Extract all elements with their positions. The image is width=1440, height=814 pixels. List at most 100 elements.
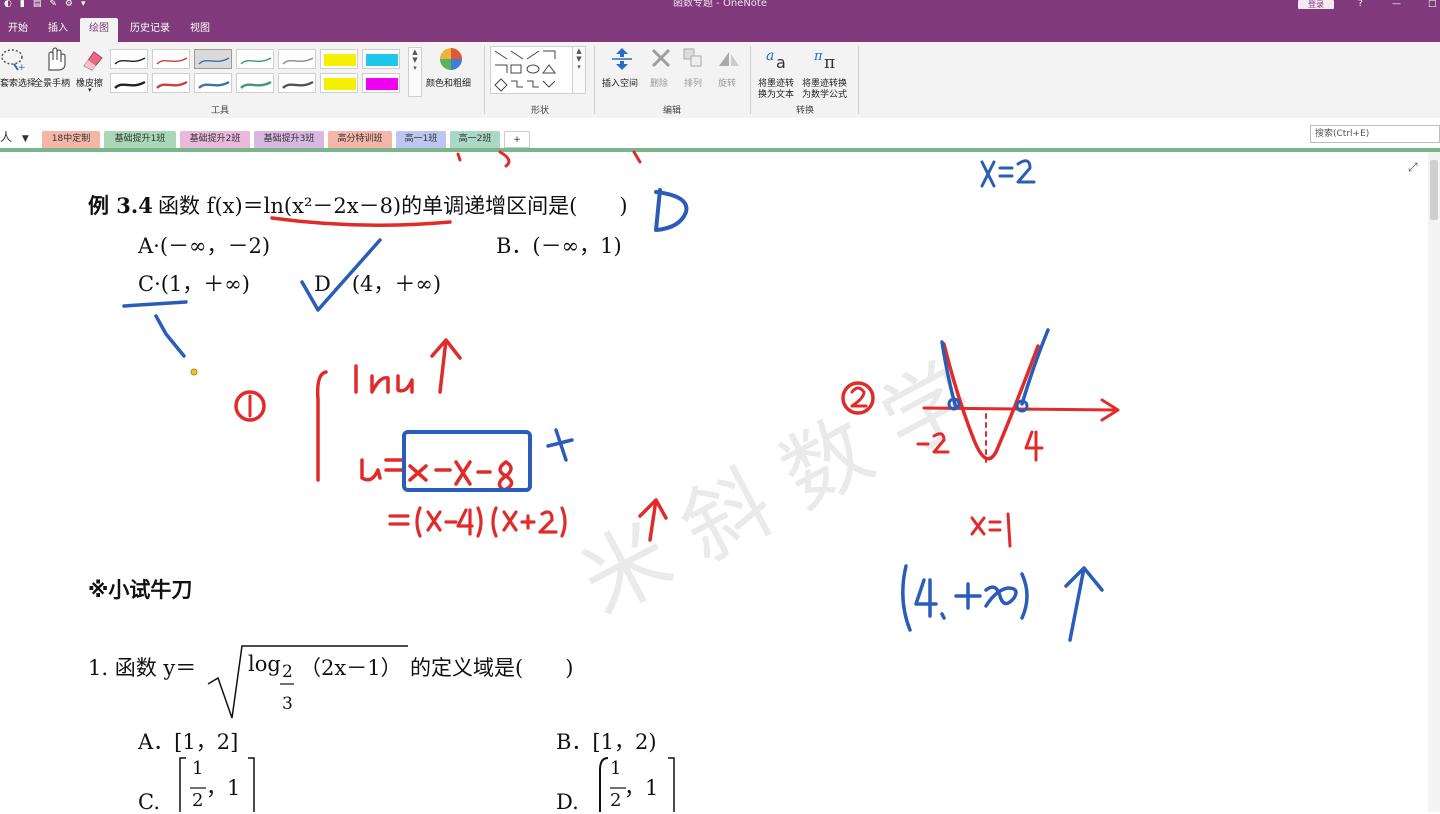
q1-c-one: ，1 [206, 776, 241, 800]
pen-6[interactable] [110, 73, 148, 93]
option-b: B．(－∞，1) [496, 234, 622, 258]
pen-8[interactable] [194, 73, 232, 93]
save-icon[interactable]: ▮ [20, 0, 25, 10]
pen-10[interactable] [278, 73, 316, 93]
back-icon[interactable]: ◐ [4, 0, 12, 10]
section-tab-grade1-1[interactable]: 高一1班 [396, 131, 446, 148]
q1-option-a: A．[1，2] [138, 730, 239, 754]
option-d: D．(4，＋∞) [314, 272, 442, 296]
color-thickness-button[interactable]: 颜色和粗细 [424, 46, 478, 94]
section-tab-advanced[interactable]: 高分特训班 [328, 131, 392, 148]
lasso-icon: + [1, 49, 26, 72]
rotate-button[interactable]: 旋转 [712, 46, 744, 98]
group-separator [594, 46, 595, 114]
ink-to-text-icon: a a [766, 48, 786, 72]
expand-icon[interactable]: ⤢ [1408, 160, 1418, 175]
minimize-icon[interactable]: — [1392, 0, 1401, 9]
pen-5[interactable] [278, 49, 316, 69]
arrange-icon [683, 48, 702, 67]
q1-option-c-label: C. [138, 790, 160, 814]
hand-icon [48, 47, 66, 71]
insert-space-label: 插入空间 [602, 79, 639, 89]
rotate-icon [719, 52, 739, 66]
tab-draw[interactable]: 绘图 [80, 18, 118, 42]
qat-dropdown-icon[interactable]: ▾ [81, 0, 86, 10]
section-tab-grade1-2[interactable]: 高一2班 [450, 131, 500, 148]
q1-prefix: 1. 函数 y＝ [88, 656, 197, 680]
shape-gallery[interactable] [490, 46, 574, 94]
search-input[interactable]: 搜索(Ctrl+E) [1310, 125, 1440, 143]
q1-option-b: B．[1，2) [556, 730, 657, 754]
arrange-button[interactable]: 排列 [678, 46, 708, 98]
section-tab-basic-2[interactable]: 基础提升2班 [180, 131, 250, 148]
delete-button[interactable]: 删除 [646, 46, 676, 94]
section-tab-18[interactable]: 18中定制 [42, 131, 100, 148]
section-tab-basic-3[interactable]: 基础提升3班 [254, 131, 324, 148]
tab-insert[interactable]: 插入 [40, 18, 76, 42]
shape-gallery-scroll[interactable]: ▲ ▼ ▾ [572, 46, 586, 94]
pen-2[interactable] [152, 49, 190, 69]
ink-to-text-button[interactable]: a a 将墨迹转 换为文本 [756, 46, 800, 100]
q1-base-num: 2 [282, 662, 293, 682]
tab-history[interactable]: 历史记录 [124, 18, 176, 42]
tools-group-label: 工具 [210, 106, 229, 116]
eraser-icon [83, 51, 103, 71]
customize-icon[interactable]: ⚙ [65, 0, 73, 10]
pen-4[interactable] [236, 49, 274, 69]
highlighter-cyan[interactable] [362, 49, 400, 69]
ribbon: + 套索选择 全景手柄 橡皮擦 ▾ ▲ ▼ ▾ 颜色和粗细 工具 ▲ ▼ ▾ 形… [0, 42, 1440, 119]
layout-icon[interactable]: ▤ [33, 0, 42, 10]
q1-base-den: 3 [282, 694, 293, 714]
q1-c-num: 1 [192, 758, 204, 779]
lasso-select-button[interactable]: + 套索选择 [0, 46, 36, 90]
color-thickness-label: 颜色和粗细 [426, 79, 472, 89]
section-color-line [0, 148, 1440, 152]
section-tab-basic-1[interactable]: 基础提升1班 [104, 131, 176, 148]
eraser-button[interactable]: 橡皮擦 ▾ [76, 46, 108, 98]
vertical-scrollbar[interactable] [1428, 152, 1440, 812]
example-title: 例 3.4 [88, 193, 153, 218]
ink-to-math-button[interactable]: π π 将墨迹转换 为数学公式 [800, 46, 854, 100]
highlighter-yellow-2[interactable] [320, 73, 358, 93]
quick-access-toolbar: ◐ ▮ ▤ ✎ ⚙ ▾ [0, 0, 85, 10]
pen-9[interactable] [236, 73, 274, 93]
highlighter-magenta[interactable] [362, 73, 400, 93]
tab-home[interactable]: 开始 [0, 18, 36, 42]
pan-label: 全景手柄 [34, 79, 71, 89]
pen-gallery-scroll[interactable]: ▲ ▼ ▾ [408, 47, 422, 97]
q1-d-one: ，1 [624, 776, 659, 800]
highlighter-yellow[interactable] [320, 49, 358, 69]
delete-icon [651, 48, 671, 68]
q1-d-den: 2 [610, 790, 622, 811]
eraser-dropdown-icon[interactable]: ▾ [88, 86, 92, 94]
pan-hand-button[interactable]: 全景手柄 [34, 46, 74, 90]
pen-7[interactable] [152, 73, 190, 93]
pen-1[interactable] [110, 49, 148, 69]
delete-label: 删除 [650, 79, 669, 89]
practice-heading: ※小试牛刀 [88, 578, 193, 602]
q1-d-num: 1 [610, 758, 622, 779]
maximize-icon[interactable]: □ [1428, 0, 1437, 9]
option-a: A·(－∞，－2) [138, 234, 271, 258]
q1-suffix: 的定义域是( ) [410, 656, 574, 680]
svg-text:+: + [18, 63, 26, 72]
help-icon[interactable]: ? [1358, 0, 1363, 9]
svg-text:a: a [776, 53, 786, 72]
add-section-button[interactable]: + [504, 131, 530, 148]
login-button[interactable]: 登录 [1298, 0, 1334, 9]
notebook-selector[interactable]: 人 ▼ [0, 128, 29, 145]
window-title: 函数专题 - OneNote [673, 0, 767, 9]
q1-c-den: 2 [192, 790, 204, 811]
scrollbar-thumb[interactable] [1430, 160, 1438, 220]
pen-3-selected[interactable] [194, 49, 232, 69]
pen-gallery [110, 47, 410, 97]
notebook-name: 人 [0, 130, 13, 144]
insert-space-button[interactable]: 插入空间 [600, 46, 644, 94]
touch-mode-icon[interactable]: ✎ [49, 0, 57, 10]
arrange-label: 排列 [684, 79, 703, 89]
tab-view[interactable]: 视图 [182, 18, 218, 42]
svg-text:π: π [824, 53, 835, 72]
shapes-icon [494, 50, 556, 92]
ink-to-math-icon: π π [813, 49, 835, 72]
color-wheel-icon [440, 48, 462, 70]
